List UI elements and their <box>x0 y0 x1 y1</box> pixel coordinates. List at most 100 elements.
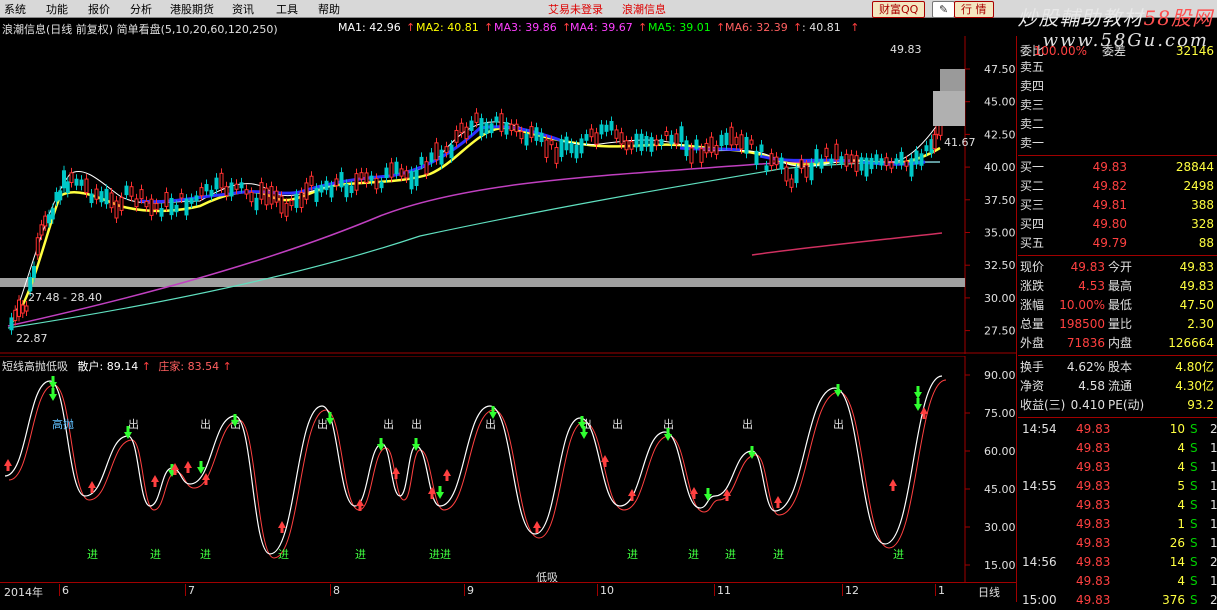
candle-body <box>624 140 629 151</box>
ma-up-arrow-icon: ↑ <box>850 21 860 34</box>
candle-body <box>319 185 324 193</box>
stat-value: 93.2 <box>1187 398 1214 412</box>
candle-body <box>65 181 70 193</box>
bid-row[interactable]: 买二 49.82 2498 <box>1018 177 1217 196</box>
sell-signal-label: 出 <box>485 417 496 431</box>
buy-signal-label: 进 <box>278 548 289 561</box>
limit-up-box-2 <box>933 91 965 126</box>
ma-value-5: MA5: 39.01 <box>648 21 711 34</box>
tick-side: S <box>1190 517 1198 531</box>
candle-body <box>139 189 144 200</box>
tick-price: 49.83 <box>1076 498 1111 512</box>
bid-volume: 328 <box>1191 217 1214 231</box>
candle-body <box>234 183 239 190</box>
indicator-tick-label: 15.00 <box>984 559 1016 572</box>
candle-body <box>859 157 864 171</box>
month-label: 12 <box>845 584 859 597</box>
indicator-chart[interactable]: 90.00 75.00 60.00 45.00 30.00 15.00 出 出 出 出 出 出 出 出 出… <box>0 356 1016 582</box>
tick-count: 1 <box>1210 479 1217 493</box>
stat-value: 4.80亿 <box>1175 360 1214 374</box>
stat-row: 收益(三) 0.410 PE(动) 93.2 <box>1018 396 1217 415</box>
highlight-band <box>0 278 965 287</box>
candle-body <box>154 203 159 210</box>
candle-body <box>649 137 654 152</box>
candle-body <box>199 187 204 197</box>
candle-body <box>884 157 889 167</box>
menu-help[interactable]: 帮助 <box>318 1 340 17</box>
candle-body <box>304 182 309 200</box>
candle-body <box>89 193 94 204</box>
candle-body <box>189 198 194 204</box>
candle-body <box>784 166 789 182</box>
price-tick-label: 32.50 <box>984 259 1016 272</box>
stat-value: 4.30亿 <box>1175 379 1214 393</box>
candle-body <box>204 184 209 192</box>
tick-time: 15:00 <box>1022 593 1057 607</box>
candle-body <box>194 195 199 202</box>
ask-row[interactable]: 卖一 <box>1018 134 1217 153</box>
ask-row[interactable]: 卖二 <box>1018 115 1217 134</box>
candle-body <box>274 190 279 203</box>
menu-info[interactable]: 资讯 <box>232 1 254 17</box>
candle-body <box>35 237 40 256</box>
menu-analysis[interactable]: 分析 <box>130 1 152 17</box>
bid-price: 49.83 <box>1092 160 1127 174</box>
candle-body <box>184 198 189 216</box>
bid-row[interactable]: 买五 49.79 88 <box>1018 234 1217 253</box>
buy-signal-label: 进 <box>725 548 736 561</box>
candle-body <box>664 131 669 137</box>
candle-body <box>329 185 334 198</box>
ask-row[interactable]: 卖四 <box>1018 77 1217 96</box>
ask-row[interactable]: 卖三 <box>1018 96 1217 115</box>
menu-function[interactable]: 功能 <box>46 1 68 17</box>
sell-signal-label: 出 <box>200 417 211 431</box>
candle-body <box>574 145 579 159</box>
bid-row[interactable]: 买三 49.81 388 <box>1018 196 1217 215</box>
candle-body <box>639 133 644 151</box>
tick-side: S <box>1190 441 1198 455</box>
candle-body <box>729 126 734 146</box>
candlestick-chart[interactable]: 47.50 45.00 42.50 40.00 37.50 35.00 32.50 30.00… <box>0 36 1016 354</box>
candle-body <box>369 175 374 181</box>
candle-body <box>399 168 404 177</box>
candle-body <box>144 200 149 208</box>
hangqing-button[interactable]: 行 情 <box>954 1 994 18</box>
buy-signal-label: 进 <box>773 548 784 561</box>
low-buy-label: 低吸 <box>536 571 558 582</box>
tick-price: 49.83 <box>1076 555 1111 569</box>
candle-body <box>439 149 444 165</box>
menu-hk-futures[interactable]: 港股期货 <box>170 1 214 17</box>
ma-line-red <box>751 232 943 256</box>
tick-time: 14:55 <box>1022 479 1057 493</box>
candle-body <box>499 113 504 132</box>
bid-row[interactable]: 买一 49.83 28844 <box>1018 158 1217 177</box>
sell-signal-label: 出 <box>612 417 623 431</box>
candle-body <box>614 129 619 139</box>
candle-body <box>94 188 99 200</box>
period-label[interactable]: 日线 <box>978 584 1000 600</box>
bid-volume: 2498 <box>1183 179 1214 193</box>
candle-body <box>679 126 684 143</box>
bid-row[interactable]: 买四 49.80 328 <box>1018 215 1217 234</box>
buy-signal-label: 进 <box>627 548 638 561</box>
tick-count: 1 <box>1210 441 1217 455</box>
buy-signal-label: 进 <box>688 548 699 561</box>
menu-tools[interactable]: 工具 <box>276 1 298 17</box>
tick-side: S <box>1190 555 1198 569</box>
ma-value-2: MA2: 40.81 <box>416 21 479 34</box>
menu-system[interactable]: 系统 <box>4 1 26 17</box>
search-icon[interactable]: ✎ <box>932 1 956 18</box>
caifu-qq-button[interactable]: 财富QQ <box>872 1 926 18</box>
ask-row[interactable]: 卖五 <box>1018 58 1217 77</box>
bid-label: 买一 <box>1020 160 1045 174</box>
candle-body <box>932 134 937 150</box>
candle-body <box>414 169 419 187</box>
candle-body <box>339 172 344 188</box>
candle-body <box>69 172 74 183</box>
stat-value: 49.83 <box>1070 260 1105 274</box>
stat-label: 今开 <box>1108 260 1133 274</box>
menu-quote[interactable]: 报价 <box>88 1 110 17</box>
candle-body <box>289 200 294 207</box>
login-status[interactable]: 艾易未登录 <box>548 1 603 17</box>
bid-price: 49.80 <box>1092 217 1127 231</box>
